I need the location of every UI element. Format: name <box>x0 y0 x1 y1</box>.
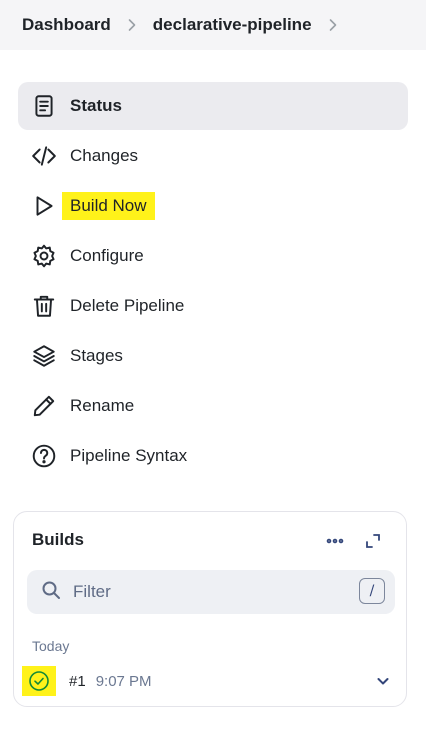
document-icon <box>30 92 58 120</box>
more-options-icon[interactable] <box>324 530 346 552</box>
success-check-icon <box>29 671 49 691</box>
search-icon <box>41 580 61 605</box>
builds-filter: / <box>27 570 395 614</box>
build-row[interactable]: #1 9:07 PM <box>22 664 398 698</box>
nav-item-label: Rename <box>70 396 135 415</box>
nav-item-label: Build Now <box>62 192 155 220</box>
code-icon <box>30 142 58 170</box>
nav-item-status[interactable]: Status <box>18 82 408 130</box>
builds-card: Builds / Today #1 9:07 PM <box>13 511 407 707</box>
filter-input[interactable] <box>73 582 333 602</box>
trash-icon <box>30 292 58 320</box>
side-nav: Status Changes Build Now Configure Delet… <box>18 82 408 482</box>
nav-item-label: Stages <box>70 346 123 365</box>
gear-icon <box>30 242 58 270</box>
builds-title: Builds <box>32 530 84 549</box>
layers-icon <box>30 342 58 370</box>
nav-item-pipeline-syntax[interactable]: Pipeline Syntax <box>18 432 408 480</box>
help-circle-icon <box>30 442 58 470</box>
nav-item-delete-pipeline[interactable]: Delete Pipeline <box>18 282 408 330</box>
nav-item-changes[interactable]: Changes <box>18 132 408 180</box>
nav-item-label: Changes <box>70 146 139 165</box>
nav-item-label: Delete Pipeline <box>70 296 185 315</box>
nav-item-rename[interactable]: Rename <box>18 382 408 430</box>
breadcrumb-pipeline[interactable]: declarative-pipeline <box>153 15 312 35</box>
chevron-right-icon <box>111 15 153 35</box>
build-time: 9:07 PM <box>95 672 152 690</box>
nav-item-label: Configure <box>70 246 144 265</box>
expand-icon[interactable] <box>362 530 384 552</box>
nav-item-build-now[interactable]: Build Now <box>18 182 408 230</box>
breadcrumb-dashboard[interactable]: Dashboard <box>22 15 111 35</box>
nav-item-label: Pipeline Syntax <box>70 446 188 465</box>
chevron-down-icon[interactable] <box>374 672 392 690</box>
chevron-right-icon[interactable] <box>312 15 354 35</box>
play-icon <box>30 192 58 220</box>
build-number[interactable]: #1 <box>69 673 86 690</box>
builds-actions <box>308 530 384 552</box>
build-status <box>22 666 56 696</box>
pencil-icon <box>30 392 58 420</box>
nav-item-label: Status <box>70 96 122 115</box>
build-group-label: Today <box>32 638 70 654</box>
nav-item-configure[interactable]: Configure <box>18 232 408 280</box>
shortcut-key-badge: / <box>359 578 385 604</box>
breadcrumb: Dashboard declarative-pipeline <box>0 0 426 50</box>
nav-item-stages[interactable]: Stages <box>18 332 408 380</box>
